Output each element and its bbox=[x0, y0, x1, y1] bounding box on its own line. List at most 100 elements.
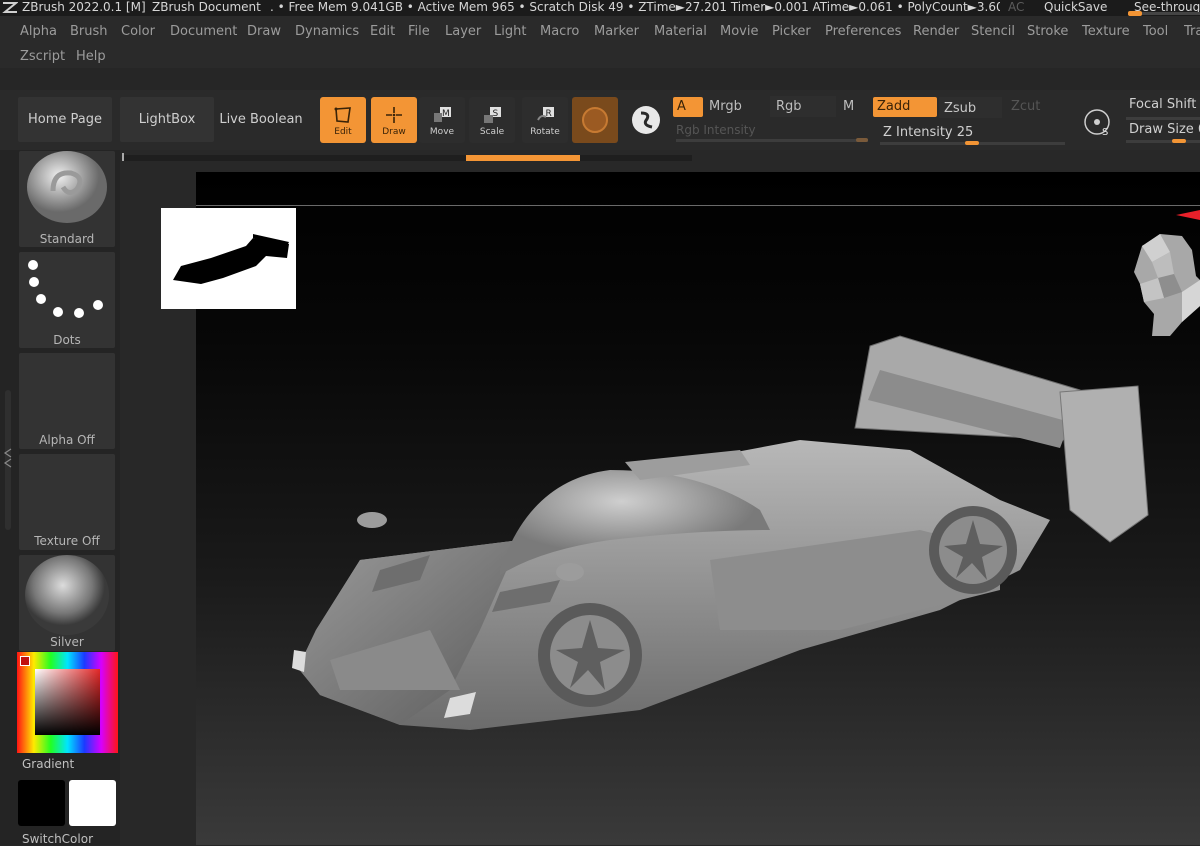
sphere-brush-icon bbox=[582, 107, 608, 133]
menu-texture[interactable]: Texture bbox=[1082, 24, 1130, 39]
menu-render[interactable]: Render bbox=[913, 24, 959, 39]
menu-edit[interactable]: Edit bbox=[370, 24, 395, 39]
memory-stats: . • Free Mem 9.041GB • Active Mem 965 • … bbox=[270, 0, 1000, 14]
zcut-button[interactable]: Zcut bbox=[1011, 99, 1040, 114]
rgb-intensity-track[interactable] bbox=[676, 139, 868, 142]
menu-marker[interactable]: Marker bbox=[594, 24, 639, 39]
menu-tool[interactable]: Tool bbox=[1143, 24, 1168, 39]
draw-label: Draw bbox=[382, 126, 406, 137]
menu-material[interactable]: Material bbox=[654, 24, 707, 39]
menu-dynamics[interactable]: Dynamics bbox=[295, 24, 359, 39]
texture-label: Texture Off bbox=[34, 534, 100, 548]
document-name: ZBrush Document bbox=[152, 0, 261, 14]
menu-color[interactable]: Color bbox=[121, 24, 155, 39]
mrgb-button[interactable]: Mrgb bbox=[709, 99, 742, 114]
primary-color-swatch[interactable] bbox=[18, 780, 65, 826]
menu-preferences[interactable]: Preferences bbox=[825, 24, 901, 39]
progress-marker bbox=[122, 153, 124, 161]
switchcolor-button[interactable]: SwitchColor bbox=[22, 832, 93, 846]
edit-icon bbox=[334, 106, 351, 123]
scale-button[interactable]: S Scale bbox=[469, 97, 515, 143]
zsub-button[interactable]: Zsub bbox=[944, 101, 976, 116]
menu-draw[interactable]: Draw bbox=[247, 24, 281, 39]
menu-zscript[interactable]: Zscript bbox=[20, 49, 65, 64]
progress-bar-track bbox=[122, 155, 692, 161]
silver-material-icon bbox=[25, 555, 109, 635]
menu-transform[interactable]: Tra bbox=[1184, 24, 1200, 39]
svg-text:M: M bbox=[442, 109, 450, 119]
svg-text:S: S bbox=[493, 109, 499, 119]
color-picker-square[interactable] bbox=[35, 669, 100, 735]
quicksave-button[interactable]: QuickSave bbox=[1044, 0, 1107, 15]
material-swatch-button[interactable] bbox=[572, 97, 618, 143]
move-button[interactable]: M Move bbox=[419, 97, 465, 143]
move-icon: M bbox=[434, 106, 451, 122]
z-intensity-slider[interactable]: Z Intensity 25 bbox=[883, 125, 973, 140]
rotate-icon: R bbox=[537, 106, 554, 120]
menu-document[interactable]: Document bbox=[170, 24, 237, 39]
race-car-model[interactable] bbox=[280, 330, 1160, 740]
secondary-color-swatch[interactable] bbox=[69, 780, 116, 826]
menu-stencil[interactable]: Stencil bbox=[971, 24, 1015, 39]
z-intensity-knob[interactable] bbox=[965, 141, 979, 145]
live-boolean-button[interactable]: Live Boolean bbox=[219, 97, 303, 142]
rgb-button[interactable]: Rgb bbox=[776, 99, 802, 114]
progress-bar-fill bbox=[466, 155, 580, 161]
home-page-button[interactable]: Home Page bbox=[18, 97, 112, 142]
sculptris-icon bbox=[632, 106, 660, 134]
focal-shift-slider[interactable]: Focal Shift 0 bbox=[1129, 97, 1200, 112]
stroke-settings-icon: S bbox=[1084, 109, 1110, 138]
sculptris-button[interactable] bbox=[626, 100, 666, 140]
svg-text:S: S bbox=[1102, 127, 1108, 138]
move-label: Move bbox=[429, 126, 455, 137]
menu-alpha[interactable]: Alpha bbox=[20, 24, 57, 39]
m-button[interactable]: M bbox=[843, 99, 854, 114]
menu-brush[interactable]: Brush bbox=[70, 24, 108, 39]
zbrush-logo-icon bbox=[2, 2, 18, 13]
rgb-intensity-knob[interactable] bbox=[856, 138, 868, 142]
menu-file[interactable]: File bbox=[408, 24, 430, 39]
stroke-label: Dots bbox=[53, 333, 81, 347]
navigation-gizmo[interactable] bbox=[1130, 232, 1200, 338]
dots-stroke-icon bbox=[28, 260, 103, 318]
collapse-arrows-icon[interactable] bbox=[3, 447, 13, 469]
draw-size-track[interactable] bbox=[1126, 140, 1200, 143]
focal-shift-track[interactable] bbox=[1126, 117, 1200, 120]
head-gizmo-icon bbox=[1134, 234, 1200, 336]
zadd-label: Zadd bbox=[877, 99, 911, 114]
menu-picker[interactable]: Picker bbox=[772, 24, 811, 39]
navigation-thumbnail[interactable] bbox=[161, 208, 296, 309]
svg-text:R: R bbox=[546, 109, 552, 119]
race-car-mesh-icon bbox=[292, 335, 1149, 730]
draw-size-slider[interactable]: Draw Size 64 bbox=[1129, 122, 1200, 137]
scale-icon: S bbox=[484, 106, 501, 123]
gradient-label: Gradient bbox=[22, 757, 75, 771]
standard-brush-icon bbox=[27, 151, 107, 223]
menu-light[interactable]: Light bbox=[494, 24, 526, 39]
rgb-intensity-slider[interactable]: Rgb Intensity bbox=[676, 123, 756, 137]
app-title: ZBrush 2022.0.1 [M] bbox=[22, 0, 146, 14]
lazymouse-button[interactable]: S bbox=[1082, 106, 1116, 140]
title-bar: ZBrush 2022.0.1 [M] ZBrush Document . • … bbox=[0, 0, 1200, 16]
edit-label: Edit bbox=[334, 126, 352, 137]
lightbox-button[interactable]: LightBox bbox=[120, 97, 214, 142]
rotate-button[interactable]: R Rotate bbox=[522, 97, 568, 143]
alpha-label: Alpha Off bbox=[39, 433, 95, 447]
ac-label: AC bbox=[1008, 0, 1025, 14]
silhouette-icon bbox=[173, 234, 289, 284]
menu-macro[interactable]: Macro bbox=[540, 24, 579, 39]
color-picker-cursor[interactable] bbox=[20, 656, 30, 666]
edit-button[interactable]: Edit bbox=[320, 97, 366, 143]
brush-label: Standard bbox=[39, 232, 95, 246]
draw-button[interactable]: Draw bbox=[371, 97, 417, 143]
a-toggle-label: A bbox=[677, 99, 686, 114]
menu-movie[interactable]: Movie bbox=[720, 24, 758, 39]
scale-label: Scale bbox=[479, 126, 505, 137]
rotate-label: Rotate bbox=[530, 126, 560, 137]
menu-layer[interactable]: Layer bbox=[445, 24, 481, 39]
material-label: Silver bbox=[50, 635, 84, 649]
menu-stroke[interactable]: Stroke bbox=[1027, 24, 1068, 39]
draw-size-knob[interactable] bbox=[1172, 139, 1186, 143]
canvas-top-line bbox=[196, 205, 1200, 206]
menu-help[interactable]: Help bbox=[76, 49, 106, 64]
